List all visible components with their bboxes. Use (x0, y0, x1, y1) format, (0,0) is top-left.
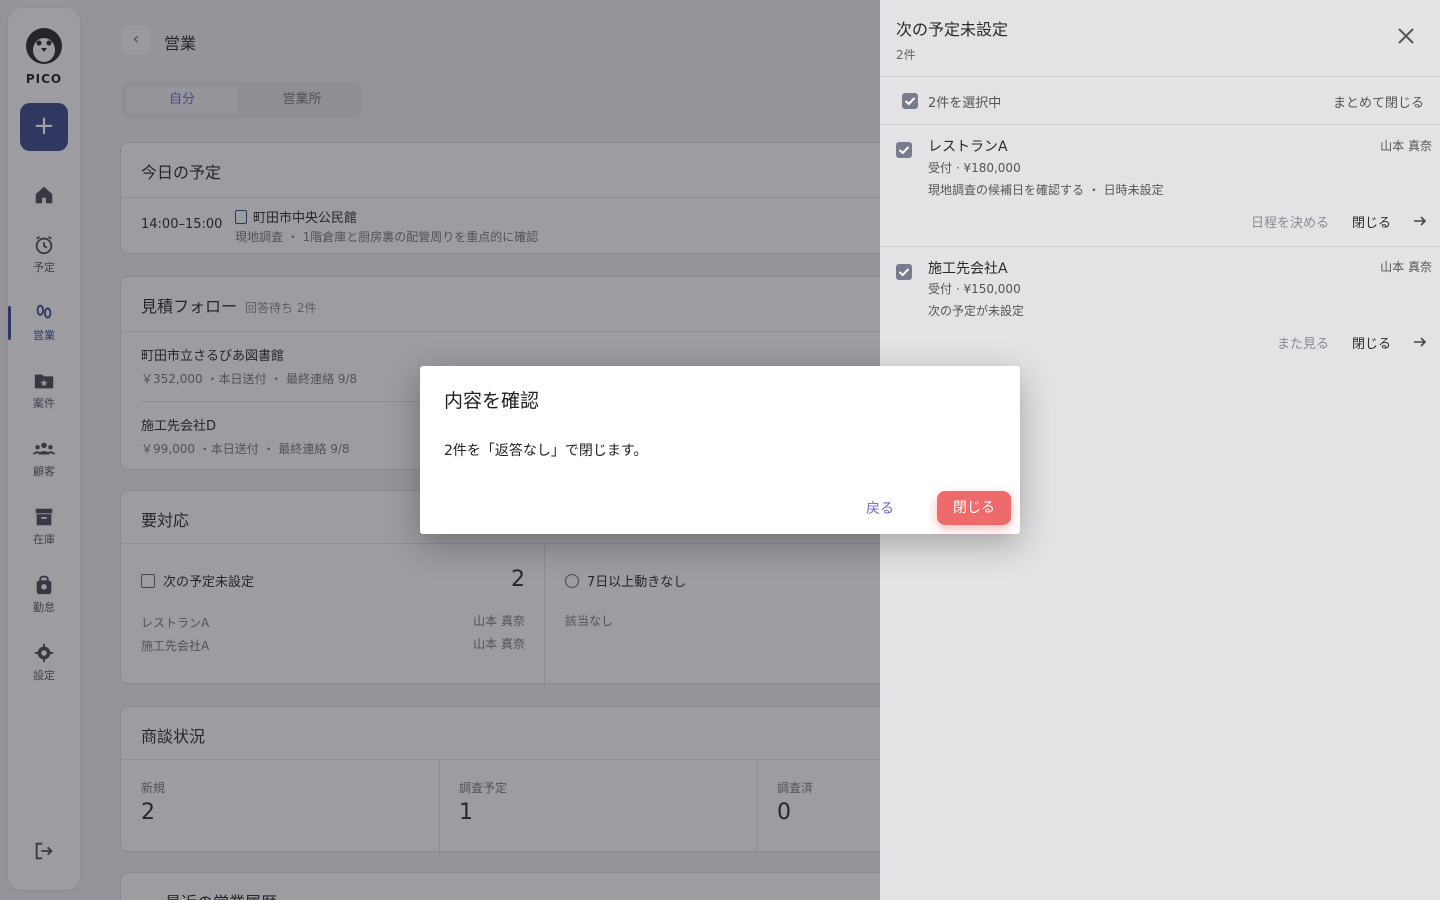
drawer-title: 次の予定未設定 (896, 20, 1009, 39)
drawer-item-note: 次の予定が未設定 (928, 304, 1025, 318)
dialog-message: 2件を「返答なし」で閉じます。 (444, 443, 648, 459)
check-icon (898, 146, 910, 155)
drawer-item-meta: 受付 · ¥150,000 (928, 282, 1021, 296)
arrow-right-icon[interactable] (1412, 334, 1428, 350)
selection-count: 2件を選択中 (928, 96, 1002, 111)
bulk-close-button[interactable]: まとめて閉じる (1333, 92, 1424, 111)
item-checkbox[interactable] (896, 264, 912, 280)
revisit-button[interactable]: また見る (1277, 333, 1329, 352)
select-all-checkbox[interactable] (902, 93, 918, 109)
divider (880, 246, 1440, 247)
confirm-dialog: 内容を確認 2件を「返答なし」で閉じます。 戻る 閉じる (420, 366, 1020, 534)
divider (880, 124, 1440, 125)
drawer-item-owner: 山本 真奈 (1380, 260, 1432, 274)
close-icon[interactable] (1396, 26, 1416, 46)
check-icon (904, 97, 916, 106)
dialog-title: 内容を確認 (444, 390, 540, 412)
drawer-count: 2件 (896, 48, 916, 62)
drawer-item-name[interactable]: 施工先会社A (928, 258, 1008, 278)
drawer-item-note: 現地調査の候補日を確認する ・ 日時未設定 (928, 183, 1164, 197)
item-checkbox[interactable] (896, 142, 912, 158)
drawer-item-name[interactable]: レストランA (928, 136, 1008, 156)
close-item-button[interactable]: 閉じる (1352, 333, 1391, 352)
arrow-right-icon[interactable] (1412, 213, 1428, 229)
divider (880, 76, 1440, 77)
back-button[interactable]: 戻る (866, 498, 894, 518)
confirm-close-button[interactable]: 閉じる (937, 491, 1011, 525)
drawer-item-owner: 山本 真奈 (1380, 139, 1432, 153)
close-item-button[interactable]: 閉じる (1352, 212, 1391, 231)
drawer-item-meta: 受付 · ¥180,000 (928, 161, 1021, 175)
schedule-button[interactable]: 日程を決める (1251, 212, 1329, 231)
check-icon (898, 268, 910, 277)
